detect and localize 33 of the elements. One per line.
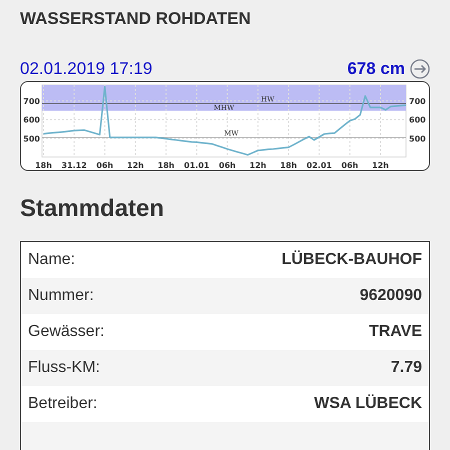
field-value: LÜBECK-BAUHOF — [282, 251, 422, 269]
field-label: Nummer: — [28, 287, 94, 305]
field-value: 9620090 — [360, 287, 422, 305]
x-axis-label: 06h — [218, 161, 236, 170]
y-axis-label: 600 — [409, 116, 426, 125]
x-axis-label: 12h — [127, 161, 144, 170]
field-label: Name: — [28, 251, 76, 269]
x-axis-label: 06h — [341, 161, 358, 170]
arrow-right-icon[interactable] — [410, 59, 430, 79]
field-label: Fluss-KM: — [28, 359, 100, 377]
field-value: 7.79 — [390, 359, 422, 377]
field-value: WSA LÜBECK — [314, 395, 422, 413]
y-axis-label: 700 — [23, 96, 40, 106]
y-axis-label: 600 — [23, 116, 40, 125]
field-label: Gewässer: — [28, 323, 104, 341]
x-axis-label: 18h — [158, 161, 174, 170]
page-title: WASSERSTAND ROHDATEN — [20, 9, 251, 29]
x-axis-label: 02.01 — [306, 161, 332, 170]
field-label: Betreiber: — [28, 395, 98, 413]
x-axis-label: 18h — [35, 161, 52, 170]
x-axis-label: 31.12 — [62, 161, 87, 170]
x-axis-label: 01.01 — [184, 161, 210, 170]
section-title: Stammdaten — [20, 195, 164, 223]
x-axis-label: 06h — [96, 161, 114, 170]
x-axis-label: 12h — [372, 161, 389, 170]
water-level-reading: 678 cm — [347, 59, 405, 79]
y-axis-label: 500 — [23, 134, 40, 144]
x-axis-label: 12h — [250, 161, 266, 170]
y-axis-label: 700 — [409, 96, 426, 106]
y-axis-label: 500 — [409, 134, 426, 144]
timestamp: 02.01.2019 17:19 — [20, 59, 152, 79]
x-axis-label: 18h — [280, 161, 297, 170]
field-value: TRAVE — [368, 323, 422, 341]
